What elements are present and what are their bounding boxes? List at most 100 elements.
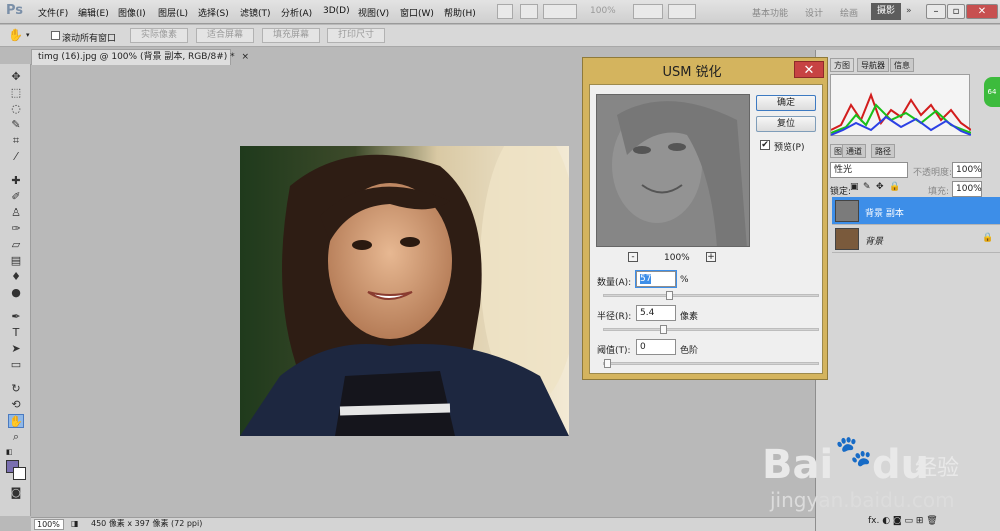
zoom-level[interactable]: 100% (590, 6, 616, 16)
eyedropper-tool-icon[interactable]: ⁄ (8, 150, 24, 164)
menu-select[interactable]: 选择(S) (198, 6, 229, 19)
fit-screen-button[interactable]: 适合屏幕 (196, 28, 254, 43)
clone-stamp-tool-icon[interactable]: ♙ (8, 206, 24, 220)
tool-preset-chevron-icon[interactable]: ▾ (26, 31, 30, 39)
status-info-icon[interactable]: ◨ (71, 518, 79, 530)
dodge-tool-icon[interactable]: ● (8, 286, 24, 300)
bridge-icon[interactable] (497, 4, 513, 19)
baidu-watermark: Bai 🐾 du 经验 jingyan.baidu.com (700, 420, 960, 520)
minimize-button[interactable]: – (926, 4, 946, 19)
type-tool-icon[interactable]: T (8, 326, 24, 340)
tab-info[interactable]: 信息 (890, 58, 914, 72)
pen-tool-icon[interactable]: ✒ (8, 310, 24, 324)
marquee-tool-icon[interactable]: ⬚ (8, 86, 24, 100)
workspace-photography[interactable]: 摄影 (871, 3, 901, 20)
threshold-label: 阈值(T): (597, 346, 631, 356)
workspace-painting[interactable]: 绘画 (840, 6, 858, 19)
layer-name[interactable]: 背景 副本 (865, 206, 904, 219)
quick-select-tool-icon[interactable]: ✎ (8, 118, 24, 132)
network-meter-icon[interactable]: 64 (984, 77, 1000, 107)
preview-zoom-in-button[interactable]: + (706, 252, 716, 262)
lock-position-icon[interactable]: ✥ (876, 182, 884, 192)
menu-layer[interactable]: 图层(L) (158, 6, 188, 19)
amount-slider-thumb[interactable] (666, 291, 674, 300)
screen-mode-icon[interactable] (668, 4, 696, 19)
preview-zoom-out-button[interactable]: - (628, 252, 638, 262)
document-tab-close-icon[interactable]: × (242, 52, 250, 62)
lock-transparent-icon[interactable]: ▣ (850, 182, 859, 192)
layer-row-background[interactable]: 背景 🔒 (832, 225, 1000, 253)
threshold-slider[interactable] (603, 359, 819, 368)
fill-screen-button[interactable]: 填充屏幕 (262, 28, 320, 43)
tab-paths[interactable]: 路径 (871, 144, 895, 158)
menu-analysis[interactable]: 分析(A) (281, 6, 312, 19)
gradient-tool-icon[interactable]: ▤ (8, 254, 24, 268)
tab-channels[interactable]: 通道 (842, 144, 866, 158)
layer-row-background-copy[interactable]: 背景 副本 (832, 197, 1000, 225)
filter-preview[interactable] (596, 94, 750, 247)
shape-tool-icon[interactable]: ▭ (8, 358, 24, 372)
workspace-essentials[interactable]: 基本功能 (752, 6, 788, 19)
menu-edit[interactable]: 编辑(E) (78, 6, 109, 19)
crop-tool-icon[interactable]: ⌗ (8, 134, 24, 148)
tab-histogram[interactable]: 方图 (830, 58, 854, 72)
threshold-slider-thumb[interactable] (604, 359, 611, 368)
default-colors-icon[interactable]: ◧ (6, 448, 13, 456)
blur-tool-icon[interactable]: ♦ (8, 270, 24, 284)
lasso-tool-icon[interactable]: ◌ (8, 102, 24, 116)
brush-tool-icon[interactable]: ✐ (8, 190, 24, 204)
menu-file[interactable]: 文件(F) (38, 6, 68, 19)
3d-rotate-tool-icon[interactable]: ↻ (8, 382, 24, 396)
preview-checkbox[interactable]: ✔ (760, 140, 770, 150)
opacity-field[interactable]: 100% (952, 162, 982, 178)
preview-zoom-level: 100% (664, 253, 690, 263)
zoom-tool-icon[interactable]: ⌕ (8, 430, 24, 444)
amount-input[interactable]: 57 (636, 271, 676, 287)
dialog-close-button[interactable]: ✕ (794, 61, 824, 78)
mini-bridge-icon[interactable] (520, 4, 538, 19)
menu-help[interactable]: 帮助(H) (444, 6, 476, 19)
menu-view[interactable]: 视图(V) (358, 6, 389, 19)
menu-3d[interactable]: 3D(D) (323, 6, 350, 16)
lock-all-icon[interactable]: 🔒 (889, 182, 900, 192)
background-color-swatch[interactable] (13, 467, 26, 480)
tools-panel: ✥ ⬚ ◌ ✎ ⌗ ⁄ ✚ ✐ ♙ ✑ ▱ ▤ ♦ ● ✒ T ➤ ▭ ↻ ⟲ … (0, 64, 31, 516)
print-size-button[interactable]: 打印尺寸 (327, 28, 385, 43)
scroll-all-checkbox[interactable] (51, 31, 60, 40)
quick-mask-icon[interactable]: ◙ (8, 486, 24, 500)
healing-brush-tool-icon[interactable]: ✚ (8, 174, 24, 188)
document-tab-title: timg (16).jpg @ 100% (背景 副本, RGB/8#) * (38, 52, 235, 62)
layer-name[interactable]: 背景 (865, 234, 883, 247)
threshold-input[interactable]: 0 (636, 339, 676, 355)
path-selection-tool-icon[interactable]: ➤ (8, 342, 24, 356)
history-brush-tool-icon[interactable]: ✑ (8, 222, 24, 236)
hand-tool-icon[interactable]: ✋ (8, 28, 23, 42)
workspace-more-icon[interactable]: » (906, 6, 912, 16)
close-window-button[interactable]: ✕ (966, 4, 998, 19)
actual-pixels-button[interactable]: 实际像素 (130, 28, 188, 43)
hand-tool-icon-selected[interactable]: ✋ (8, 414, 24, 428)
radius-slider-thumb[interactable] (660, 325, 668, 334)
view-extras-icon[interactable] (543, 4, 577, 19)
radius-input[interactable]: 5.4 (636, 305, 676, 321)
eraser-tool-icon[interactable]: ▱ (8, 238, 24, 252)
menu-window[interactable]: 窗口(W) (400, 6, 434, 19)
workspace-design[interactable]: 设计 (805, 6, 823, 19)
reset-button[interactable]: 复位 (756, 116, 816, 132)
amount-slider[interactable] (603, 291, 819, 300)
status-zoom-field[interactable]: 100% (34, 519, 64, 530)
lock-pixels-icon[interactable]: ✎ (863, 182, 871, 192)
status-info: 450 像素 x 397 像素 (72 ppi) (91, 519, 203, 528)
maximize-button[interactable]: ▫ (947, 4, 965, 19)
3d-orbit-tool-icon[interactable]: ⟲ (8, 398, 24, 412)
fill-field[interactable]: 100% (952, 181, 982, 197)
tab-navigator[interactable]: 导航器 (857, 58, 889, 72)
ok-button[interactable]: 确定 (756, 95, 816, 111)
radius-slider[interactable] (603, 325, 819, 334)
blend-mode-select[interactable]: 性光 (830, 162, 908, 178)
menu-image[interactable]: 图像(I) (118, 6, 146, 19)
document-tab[interactable]: timg (16).jpg @ 100% (背景 副本, RGB/8#) * × (31, 49, 249, 65)
move-tool-icon[interactable]: ✥ (8, 70, 24, 84)
menu-filter[interactable]: 滤镜(T) (240, 6, 271, 19)
arrange-documents-icon[interactable] (633, 4, 663, 19)
